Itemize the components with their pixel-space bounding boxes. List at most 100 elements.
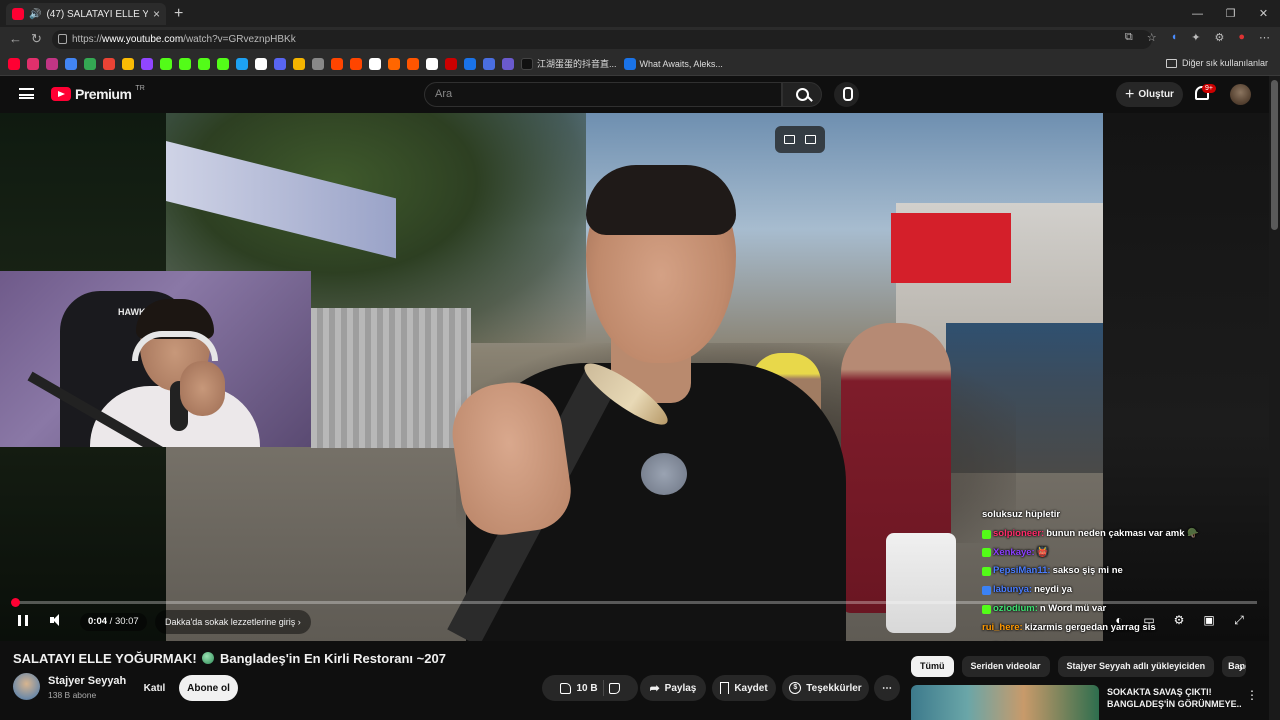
bookmark-icon-2[interactable]	[27, 57, 39, 70]
channel-avatar[interactable]	[13, 673, 40, 700]
chat-username: Xenkaye:	[993, 546, 1035, 558]
bookmark-icon-5[interactable]	[84, 57, 96, 70]
bookmark-icon-22[interactable]	[407, 57, 419, 70]
recommended-more-icon[interactable]: ⋮	[1246, 688, 1258, 702]
bookmark-icon-6[interactable]	[103, 57, 115, 70]
save-button[interactable]: Kaydet	[712, 675, 776, 701]
channel-name[interactable]: Stajyer Seyyah	[48, 675, 126, 687]
menu-icon[interactable]	[19, 88, 34, 99]
maximize-button[interactable]: ❐	[1214, 0, 1247, 27]
bookmark-icon-11[interactable]	[198, 57, 210, 70]
microphone-icon[interactable]	[834, 82, 859, 107]
join-button[interactable]: Katıl	[141, 675, 168, 701]
scroll-thumb[interactable]	[1271, 80, 1278, 230]
reload-icon[interactable]: ↻	[31, 31, 42, 47]
chapter-button[interactable]: Dakka'da sokak lezzetlerine giriş ›	[155, 610, 311, 634]
bookmark-icon-20[interactable]	[369, 57, 381, 70]
chip-all[interactable]: Tümü	[911, 656, 954, 677]
favorite-star-icon[interactable]: ☆	[1147, 31, 1157, 44]
save-label: Kaydet	[734, 682, 768, 694]
miniplayer-icon[interactable]	[784, 135, 795, 144]
bookmark-icon-8[interactable]	[141, 57, 153, 70]
subtitles-icon[interactable]: ▭	[1141, 612, 1157, 628]
chip-series[interactable]: Seriden videolar	[961, 656, 1050, 677]
extensions-puzzle-icon[interactable]: ✦	[1191, 31, 1200, 44]
other-bookmarks[interactable]: Diğer sık kullanılanlar	[1165, 58, 1268, 68]
bookmark-icon-21[interactable]	[388, 57, 400, 70]
recommended-title[interactable]: SOKAKTA SAVAŞ ÇIKTI! BANGLADEŞ'İN GÖRÜNM…	[1107, 686, 1242, 710]
minimize-button[interactable]: —	[1181, 0, 1214, 27]
share-label: Paylaş	[664, 682, 697, 694]
bookmarks-bar: 江湖蛋蛋的抖音直... What Awaits, Aleks... Diğer …	[0, 52, 1280, 76]
time-display: 0:04 / 30:07	[80, 613, 147, 631]
bookmark-icon-17[interactable]	[312, 57, 324, 70]
app-available-icon[interactable]: ⧉	[1125, 31, 1133, 44]
bookmark-icon-27[interactable]	[502, 57, 514, 70]
more-actions-button[interactable]: ⋯	[874, 675, 900, 701]
profile-icon[interactable]: ●	[1238, 31, 1245, 44]
bookmark-icon-7[interactable]	[122, 57, 134, 70]
bookmark-icon-25[interactable]	[464, 57, 476, 70]
url-field[interactable]: https://www.youtube.com/watch?v=GRveznpH…	[52, 30, 1152, 49]
bookmark-icon-3[interactable]	[46, 57, 58, 70]
fullscreen-icon[interactable]: ⤢	[1231, 612, 1247, 628]
bookmark-icon-23[interactable]	[426, 57, 438, 70]
url-path: /watch?v=GRveznpHBKk	[183, 34, 296, 45]
like-icon[interactable]	[560, 682, 572, 694]
bookmark-icon-24[interactable]	[445, 57, 457, 70]
speaker-icon[interactable]: 🔊	[29, 9, 41, 20]
pause-icon[interactable]	[18, 615, 28, 626]
progress-bar[interactable]	[10, 598, 1257, 607]
browser-menu-icon[interactable]: ⋯	[1259, 31, 1270, 44]
dislike-icon[interactable]	[608, 682, 620, 694]
chat-badge-icon	[982, 586, 991, 596]
bookmark-icon-16[interactable]	[293, 57, 305, 70]
bookmark-icon-1[interactable]	[8, 57, 20, 70]
tab-close-icon[interactable]: ×	[153, 7, 160, 21]
video-title-part1: SALATAYI ELLE YOĞURMAK!	[13, 651, 197, 666]
volume-icon[interactable]	[50, 613, 64, 627]
search-input[interactable]: Ara	[424, 82, 782, 107]
autoplay-toggle-icon[interactable]: ◐	[1111, 612, 1127, 628]
bookmark-icon-13[interactable]	[236, 57, 248, 70]
video-player[interactable]: HAWK soluksuz hüpletir solpioneer: bunun n…	[0, 113, 1269, 641]
theater-mode-icon[interactable]: ▣	[1201, 612, 1217, 628]
cast-icon[interactable]	[805, 135, 816, 144]
bookmark-named-2[interactable]: What Awaits, Aleks...	[623, 57, 723, 70]
video-title-part2: Bangladeş'in En Kirli Restoranı ~207	[219, 651, 446, 666]
lock-icon[interactable]	[58, 34, 67, 44]
bookmark-icon-14[interactable]	[255, 57, 267, 70]
collections-icon[interactable]: ⚙	[1214, 31, 1224, 44]
bookmark-icon-19[interactable]	[350, 57, 362, 70]
bookmark-icon-10[interactable]	[179, 57, 191, 70]
bookmark-icon-15[interactable]	[274, 57, 286, 70]
close-window-button[interactable]: ✕	[1247, 0, 1280, 27]
youtube-logo[interactable]: Premium TR	[51, 85, 145, 102]
like-separator	[602, 680, 604, 696]
chevron-right-icon[interactable]: ›	[1230, 656, 1252, 678]
plus-icon: +	[1125, 85, 1135, 103]
thanks-button[interactable]: $ Teşekkürler	[782, 675, 869, 701]
bookmark-icon-4[interactable]	[65, 57, 77, 70]
recommended-thumbnail[interactable]	[911, 685, 1099, 720]
account-avatar[interactable]	[1230, 84, 1251, 105]
search-icon[interactable]	[782, 82, 822, 107]
related-chips: Tümü Seriden videolar Stajyer Seyyah adl…	[911, 656, 1247, 677]
like-count[interactable]: 10 B	[576, 683, 597, 694]
bookmark-icon-9[interactable]	[160, 57, 172, 70]
bookmark-icon-18[interactable]	[331, 57, 343, 70]
settings-gear-icon[interactable]: ⚙	[1171, 612, 1187, 628]
subscribe-button[interactable]: Abone ol	[179, 675, 238, 701]
progress-scrubber[interactable]	[10, 598, 20, 607]
chip-uploader[interactable]: Stajyer Seyyah adlı yükleyiciden	[1057, 656, 1215, 677]
back-icon[interactable]: ←	[9, 31, 22, 46]
bookmark-named-1[interactable]: 江湖蛋蛋的抖音直...	[521, 57, 617, 70]
extension-icon[interactable]: ◖	[1171, 31, 1178, 44]
bookmark-icon-26[interactable]	[483, 57, 495, 70]
share-button[interactable]: ➦ Paylaş	[640, 675, 706, 701]
browser-tab[interactable]: 🔊 (47) SALATAYI ELLE YOĞURMAK ×	[6, 3, 166, 25]
create-button[interactable]: + Oluştur	[1116, 82, 1183, 107]
bookmark-icon-12[interactable]	[217, 57, 229, 70]
page-scrollbar[interactable]	[1269, 76, 1280, 720]
new-tab-button[interactable]: +	[174, 5, 183, 23]
